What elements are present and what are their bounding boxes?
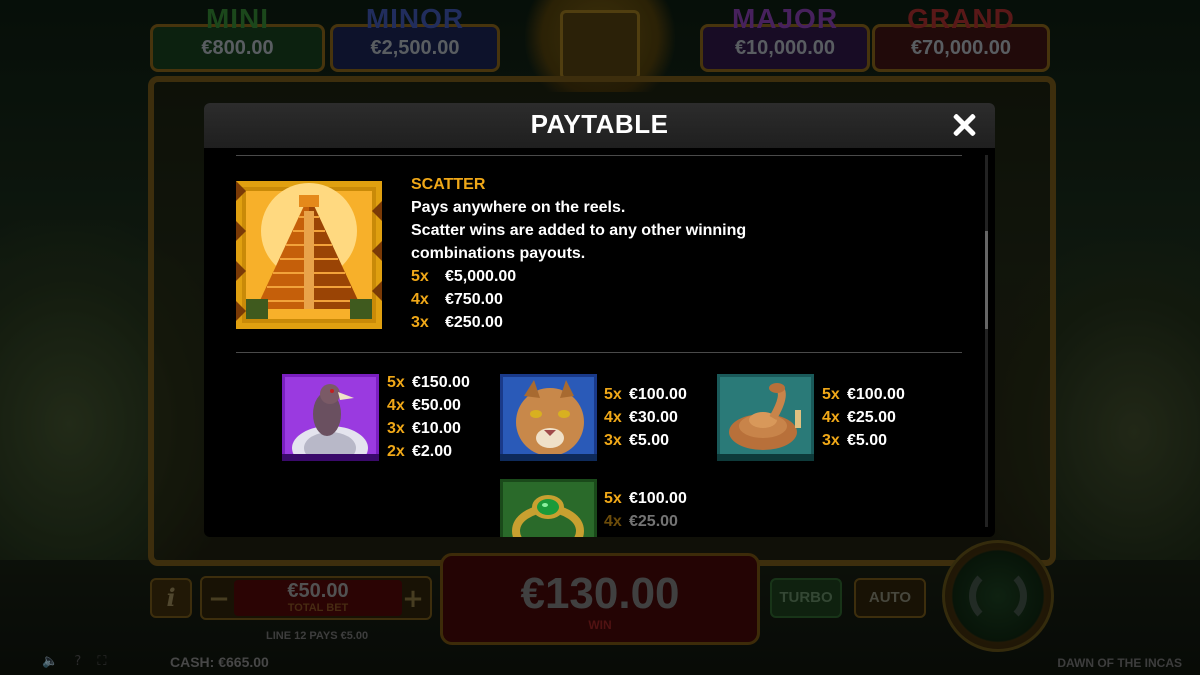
pay-amount: €150.00 [412, 374, 470, 391]
pay-amount: €5.00 [629, 432, 670, 449]
paytable-scrollbar[interactable] [985, 155, 988, 527]
scatter-pay-row: 4x €750.00 [411, 288, 503, 311]
modal-title: PAYTABLE [530, 109, 669, 139]
pay-amount: €30.00 [629, 409, 678, 426]
pay-count: 4x [604, 409, 622, 426]
emerald-ring-icon [500, 479, 597, 537]
rattlesnake-pay-row: 3x €5.00 [822, 429, 887, 452]
pay-amount: €5.00 [847, 432, 888, 449]
pay-amount: €100.00 [847, 386, 905, 403]
pay-count: 5x [411, 268, 429, 285]
paytable-modal: PAYTABLE SCATTER Pays anywhere on the re… [204, 103, 995, 537]
modal-header: PAYTABLE [204, 103, 995, 148]
pay-amount: €50.00 [412, 397, 461, 414]
pay-amount: €10.00 [412, 420, 461, 437]
scatter-pay-row: 3x €250.00 [411, 311, 503, 334]
section-divider [236, 352, 962, 353]
condor-pay-row: 3x €10.00 [387, 417, 461, 440]
pay-count: 4x [604, 513, 622, 530]
puma-pay-row: 5x €100.00 [604, 383, 687, 406]
pay-count: 5x [604, 490, 622, 507]
pay-count: 3x [604, 432, 622, 449]
puma-icon [500, 374, 597, 461]
pay-count: 5x [822, 386, 840, 403]
condor-icon [282, 374, 379, 461]
pay-amount: €100.00 [629, 386, 687, 403]
emerald-ring-pay-row: 5x €100.00 [604, 487, 687, 510]
rattlesnake-pay-row: 4x €25.00 [822, 406, 896, 429]
condor-pay-row: 4x €50.00 [387, 394, 461, 417]
scatter-pay-row: 5x €5,000.00 [411, 265, 516, 288]
condor-pay-row: 5x €150.00 [387, 371, 470, 394]
pay-count: 2x [387, 443, 405, 460]
pay-count: 5x [387, 374, 405, 391]
pay-amount: €2.00 [412, 443, 453, 460]
pyramid-scatter-icon [236, 181, 382, 329]
pay-count: 4x [411, 291, 429, 308]
pay-count: 3x [387, 420, 405, 437]
scatter-title: SCATTER [411, 176, 486, 193]
pay-amount: €25.00 [629, 513, 678, 530]
pay-amount: €5,000.00 [445, 268, 517, 285]
pay-amount: €750.00 [445, 291, 503, 308]
rattlesnake-pay-row: 5x €100.00 [822, 383, 905, 406]
pay-count: 3x [822, 432, 840, 449]
pay-count: 3x [411, 314, 429, 331]
close-icon[interactable] [949, 109, 981, 141]
pay-amount: €250.00 [445, 314, 503, 331]
emerald-ring-pay-row: 4x €25.00 [604, 510, 678, 533]
puma-pay-row: 3x €5.00 [604, 429, 669, 452]
pay-count: 4x [822, 409, 840, 426]
pay-count: 4x [387, 397, 405, 414]
scatter-description-1: Pays anywhere on the reels. [411, 199, 626, 216]
rattlesnake-icon [717, 374, 814, 461]
puma-pay-row: 4x €30.00 [604, 406, 678, 429]
scrollbar-thumb[interactable] [985, 231, 988, 329]
pay-count: 5x [604, 386, 622, 403]
top-divider [236, 155, 962, 156]
pay-amount: €25.00 [847, 409, 896, 426]
condor-pay-row: 2x €2.00 [387, 440, 452, 463]
scatter-description-2: Scatter wins are added to any other winn… [411, 222, 747, 262]
pay-amount: €100.00 [629, 490, 687, 507]
